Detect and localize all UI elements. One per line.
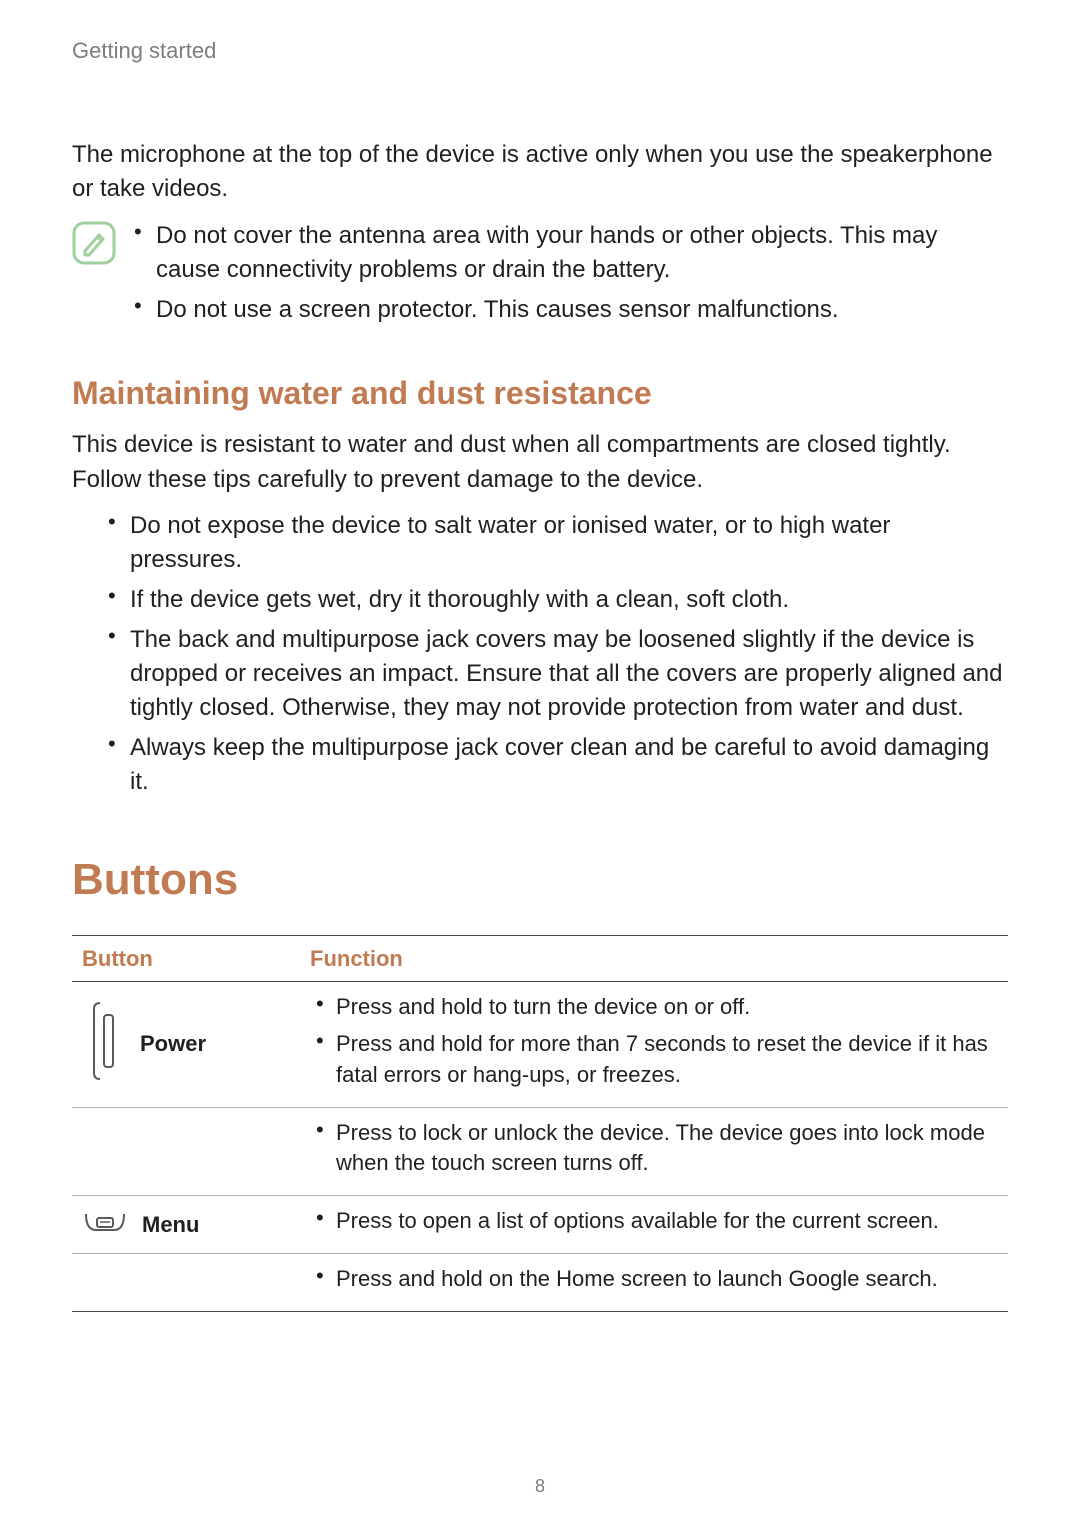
- water-tip-item: Always keep the multipurpose jack cover …: [102, 731, 1008, 799]
- function-item: Press and hold to turn the device on or …: [310, 992, 1000, 1023]
- function-item: Press to lock or unlock the device. The …: [310, 1118, 1000, 1180]
- intro-paragraph: The microphone at the top of the device …: [72, 138, 1008, 205]
- menu-button-icon: [82, 1208, 128, 1242]
- buttons-table: Button Function Power: [72, 935, 1008, 1312]
- function-list: Press and hold to turn the device on or …: [310, 992, 1000, 1090]
- note-item: Do not cover the antenna area with your …: [128, 219, 1008, 287]
- water-tip-list: Do not expose the device to salt water o…: [102, 509, 1008, 800]
- function-list: Press to lock or unlock the device. The …: [310, 1118, 1000, 1180]
- note-item: Do not use a screen protector. This caus…: [128, 293, 1008, 327]
- water-tip-item: Do not expose the device to salt water o…: [102, 509, 1008, 577]
- button-label-power: Power: [140, 1031, 206, 1057]
- function-item: Press to open a list of options availabl…: [310, 1206, 1000, 1237]
- water-tip-item: If the device gets wet, dry it thoroughl…: [102, 583, 1008, 617]
- table-header-row: Button Function: [72, 936, 1008, 982]
- table-header-function: Function: [300, 936, 1008, 982]
- heading-water-dust: Maintaining water and dust resistance: [72, 375, 1008, 412]
- page-number: 8: [0, 1476, 1080, 1497]
- table-row: Press and hold on the Home screen to lau…: [72, 1253, 1008, 1311]
- function-list: Press to open a list of options availabl…: [310, 1206, 1000, 1237]
- table-row: Menu Press to open a list of options ava…: [72, 1196, 1008, 1254]
- power-button-icon: [82, 995, 126, 1093]
- note-block: Do not cover the antenna area with your …: [72, 219, 1008, 333]
- function-item: Press and hold on the Home screen to lau…: [310, 1264, 1000, 1295]
- breadcrumb: Getting started: [72, 38, 1008, 64]
- water-intro-paragraph: This device is resistant to water and du…: [72, 428, 1008, 496]
- function-list: Press and hold on the Home screen to lau…: [310, 1264, 1000, 1295]
- table-row: Power Press and hold to turn the device …: [72, 982, 1008, 1107]
- button-label-menu: Menu: [142, 1212, 199, 1238]
- table-row: Press to lock or unlock the device. The …: [72, 1107, 1008, 1196]
- table-header-button: Button: [72, 936, 300, 982]
- water-tip-item: The back and multipurpose jack covers ma…: [102, 623, 1008, 725]
- heading-buttons: Buttons: [72, 855, 1008, 905]
- note-list: Do not cover the antenna area with your …: [128, 219, 1008, 333]
- function-item: Press and hold for more than 7 seconds t…: [310, 1029, 1000, 1091]
- document-page: Getting started The microphone at the to…: [0, 0, 1080, 1527]
- note-pencil-icon: [72, 219, 120, 270]
